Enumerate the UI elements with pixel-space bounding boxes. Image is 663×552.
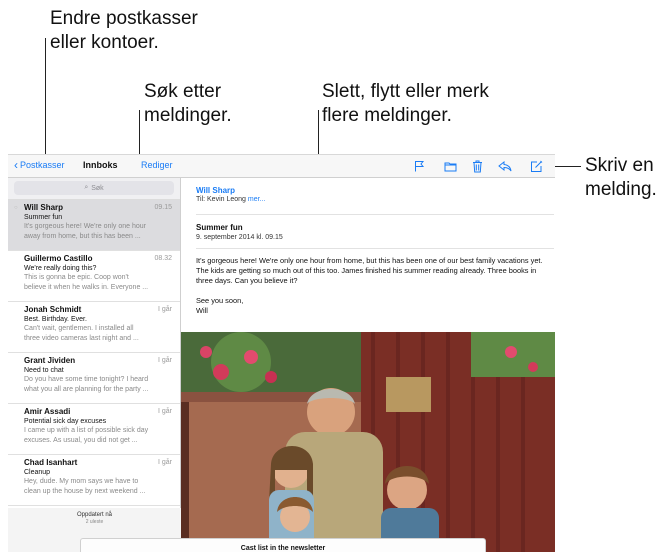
message-row[interactable]: Amir Assadi I går Potential sick day exc… xyxy=(8,404,180,455)
callout-accounts-line1: Endre postkasser xyxy=(50,8,198,29)
unread-count: 2 uleste xyxy=(85,519,104,525)
email-date: 9. september 2014 kl. 09.15 xyxy=(196,234,283,241)
search-placeholder: Søk xyxy=(91,184,104,192)
message-subject: Cleanup xyxy=(24,469,51,476)
message-preview: Do you have some time tonight? I heard xyxy=(24,376,149,383)
message-date: 08.32 xyxy=(154,255,172,262)
message-date: I går xyxy=(157,459,172,466)
callout-compose-line1: Skriv en xyxy=(585,155,654,176)
message-row[interactable]: Jonah Schmidt I går Best. Birthday. Ever… xyxy=(8,302,180,353)
search-bar: ⌕ Søk xyxy=(8,178,180,200)
message-subject: Summer fun xyxy=(24,214,63,221)
compose-icon[interactable] xyxy=(528,158,544,174)
email-recipients: Til: Kevin Leong mer... xyxy=(196,196,265,203)
email-signoff: See you soon, xyxy=(196,296,244,305)
message-sender: Amir Assadi xyxy=(24,407,71,416)
message-preview: what you all are planning for the party … xyxy=(24,385,149,393)
callout-compose: Skriv en melding. xyxy=(585,154,663,202)
callout-search-line2: meldinger. xyxy=(144,105,232,126)
message-date: I går xyxy=(157,408,172,415)
message-preview: away from home, but this has been ... xyxy=(24,232,141,240)
leader-line-accounts xyxy=(45,38,46,161)
message-row[interactable]: ○ Will Sharp 09.15 Summer fun It's gorge… xyxy=(8,200,180,251)
email-subject: Summer fun xyxy=(196,223,243,232)
edit-button[interactable]: Rediger xyxy=(141,160,173,170)
message-preview: believe it when he walks in. Everyone ..… xyxy=(24,283,149,291)
email-body: It's gorgeous here! We're only one hour … xyxy=(196,256,546,316)
draft-title: Cast list in the newsletter xyxy=(240,545,326,552)
email-photo xyxy=(181,332,555,552)
search-icon: ⌕ xyxy=(84,184,89,191)
message-list: ⌕ Søk ○ Will Sharp 09.15 Summer fun It's… xyxy=(8,178,181,552)
mailbox-title: Innboks xyxy=(83,160,118,170)
message-preview: clean up the house by next weekend ... xyxy=(24,487,146,495)
callout-search-line1: Søk etter xyxy=(144,81,222,102)
email-body-paragraph: It's gorgeous here! We're only one hour … xyxy=(196,256,543,285)
email-signature: Will xyxy=(196,306,208,315)
toolbar: ‹ Postkasser Innboks Rediger xyxy=(8,155,555,178)
message-preview: I came up with a list of possible sick d… xyxy=(24,427,149,434)
message-preview: This is gonna be epic. Coop won't xyxy=(24,274,129,281)
message-subject: Potential sick day excuses xyxy=(24,418,107,425)
message-sender: Chad Isanhart xyxy=(24,458,78,467)
message-sender: Guillermo Castillo xyxy=(24,254,93,263)
message-date: I går xyxy=(157,306,172,313)
message-preview: It's gorgeous here! We're only one hour xyxy=(24,223,147,230)
mail-app: ‹ Postkasser Innboks Rediger ⌕ Søk ○ Wil… xyxy=(8,154,555,552)
trash-icon[interactable] xyxy=(469,158,485,174)
back-label: Postkasser xyxy=(20,160,65,170)
callout-accounts: Endre postkasser eller kontoer. xyxy=(50,7,250,55)
message-view: Will Sharp Til: Kevin Leong mer... Summe… xyxy=(181,178,555,552)
chevron-left-icon: ‹ xyxy=(14,158,18,172)
message-row[interactable]: Guillermo Castillo 08.32 We're really do… xyxy=(8,251,180,302)
callout-multi-line2: flere meldinger. xyxy=(322,105,452,126)
message-subject: Best. Birthday. Ever. xyxy=(24,316,87,323)
flag-icon[interactable] xyxy=(411,158,427,174)
callout-multi-line1: Slett, flytt eller merk xyxy=(322,81,489,102)
message-sender: Grant Jividen xyxy=(24,356,76,365)
message-sender: Will Sharp xyxy=(24,203,64,212)
message-subject: We're really doing this? xyxy=(24,265,97,272)
message-preview: Can't wait, gentlemen. I installed all xyxy=(24,325,134,332)
callout-search: Søk etter meldinger. xyxy=(144,80,264,128)
folder-icon[interactable] xyxy=(442,158,458,174)
message-row[interactable]: Grant Jividen I går Need to chat Do you … xyxy=(8,353,180,404)
subject-divider xyxy=(196,248,554,249)
draft-sheet[interactable]: Cast list in the newsletter xyxy=(80,538,486,552)
email-sender[interactable]: Will Sharp xyxy=(196,186,235,195)
callout-accounts-line2: eller kontoer. xyxy=(50,32,159,53)
message-preview: excuses. As usual, you did not get ... xyxy=(24,436,138,444)
message-preview: Hey, dude. My mom says we have to xyxy=(24,478,139,485)
message-subject: Need to chat xyxy=(24,367,64,374)
callout-multi-edit: Slett, flytt eller merk flere meldinger. xyxy=(322,80,542,128)
callout-compose-line2: melding. xyxy=(585,179,657,200)
message-date: 09.15 xyxy=(154,204,172,211)
reply-icon[interactable] xyxy=(497,158,513,174)
search-input[interactable]: ⌕ Søk xyxy=(14,181,174,195)
email-to: Til: Kevin Leong xyxy=(196,196,246,203)
message-preview: three video cameras last night and ... xyxy=(24,334,139,342)
message-date: I går xyxy=(157,357,172,364)
flag-small-icon: ○ xyxy=(14,205,18,211)
back-button[interactable]: ‹ Postkasser xyxy=(14,159,65,171)
message-sender: Jonah Schmidt xyxy=(24,305,82,314)
updated-text: Oppdatert nå xyxy=(76,512,113,518)
message-row[interactable]: Chad Isanhart I går Cleanup Hey, dude. M… xyxy=(8,455,180,506)
more-link[interactable]: mer... xyxy=(248,196,266,203)
header-divider xyxy=(196,214,554,215)
